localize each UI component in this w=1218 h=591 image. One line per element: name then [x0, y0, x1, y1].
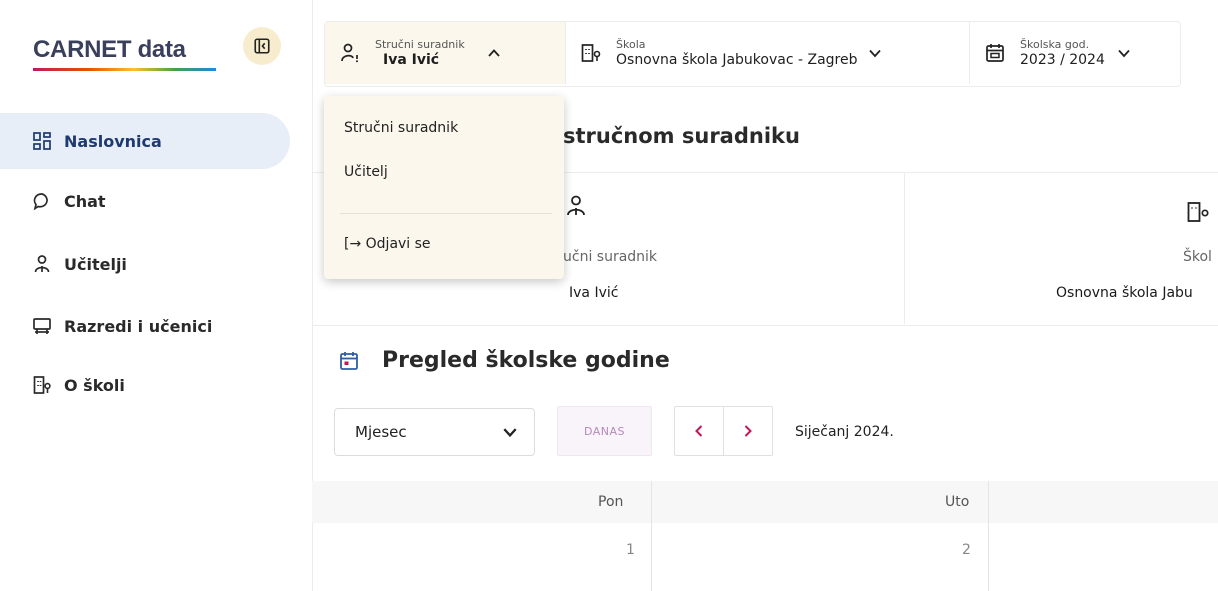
- sidebar-item-label: Razredi i učenici: [64, 316, 213, 336]
- school-icon: [32, 375, 52, 395]
- weekday-header-mon: Pon: [598, 494, 624, 510]
- today-button[interactable]: DANAS: [557, 406, 652, 456]
- view-select-value: Mjesec: [355, 423, 407, 441]
- previous-month-button[interactable]: [674, 406, 724, 456]
- calendar-icon: [338, 350, 360, 372]
- year-overview-title: Pregled školske godine: [338, 348, 670, 373]
- calendar-icon: [984, 42, 1006, 64]
- logout-menu-item[interactable]: [→ Odjavi se: [344, 236, 431, 252]
- school-label: Škola: [616, 37, 646, 51]
- sidebar-item-razredi[interactable]: Razredi i učenici: [16, 298, 290, 354]
- chat-icon: [32, 191, 52, 211]
- menu-item-strucni-suradnik[interactable]: Stručni suradnik: [344, 120, 458, 136]
- collapse-sidebar-button[interactable]: [243, 27, 281, 65]
- chevron-up-icon: [487, 46, 501, 60]
- dashboard-icon: [32, 131, 52, 151]
- logo-underline: [33, 68, 216, 71]
- sidebar-item-label: Chat: [64, 191, 106, 211]
- teacher-icon: [564, 194, 588, 222]
- school-year-selector[interactable]: Školska god. 2023 / 2024: [970, 22, 1180, 84]
- role-dropdown-menu: Stručni suradnik Učitelj [→ Odjavi se: [324, 96, 564, 279]
- menu-divider: [340, 213, 552, 214]
- next-month-button[interactable]: [723, 406, 773, 456]
- view-select[interactable]: Mjesec: [334, 408, 535, 456]
- chevron-down-icon: [868, 46, 882, 60]
- school-icon: [580, 42, 602, 64]
- info-card-divider: [904, 172, 905, 324]
- teacher-icon: [32, 254, 52, 274]
- year-value: 2023 / 2024: [1020, 51, 1105, 68]
- calendar-column-divider: [988, 481, 989, 591]
- chevron-left-icon: [695, 425, 703, 437]
- sidebar: CARNET data Naslovnica Chat Učitelji Raz…: [0, 0, 313, 591]
- sidebar-item-label: Učitelji: [64, 254, 127, 274]
- school-field-value: Osnovna škola Jabu: [1056, 285, 1193, 301]
- sidebar-item-label: O školi: [64, 375, 125, 395]
- role-selector[interactable]: Stručni suradnik Iva Ivić: [325, 22, 566, 84]
- role-label: Stručni suradnik: [375, 37, 465, 51]
- sidebar-item-naslovnica[interactable]: Naslovnica: [0, 113, 290, 169]
- role-value: Iva Ivić: [383, 51, 440, 68]
- school-field-label: Škol: [1183, 249, 1212, 265]
- collapse-icon: [254, 38, 270, 54]
- menu-item-ucitelj[interactable]: Učitelj: [344, 164, 388, 180]
- calendar-column-divider: [651, 481, 652, 591]
- app-logo[interactable]: CARNET data: [33, 36, 186, 64]
- user-role-icon: [339, 42, 361, 64]
- school-value: Osnovna škola Jabukovac - Zagreb: [616, 51, 858, 68]
- sidebar-item-chat[interactable]: Chat: [16, 173, 290, 229]
- current-month-label: Siječanj 2024.: [795, 424, 894, 440]
- role-field-label: učni suradnik: [563, 249, 658, 265]
- role-field-value: Iva Ivić: [569, 285, 619, 301]
- info-card-title: stručnom suradniku: [563, 124, 800, 148]
- chevron-down-icon: [503, 428, 517, 438]
- chevron-right-icon: [744, 425, 752, 437]
- sidebar-item-label: Naslovnica: [64, 131, 162, 151]
- chevron-down-icon: [1117, 46, 1131, 60]
- school-icon: [1186, 200, 1210, 228]
- sidebar-item-ucitelji[interactable]: Učitelji: [16, 236, 290, 292]
- year-overview-title-text: Pregled školske godine: [382, 348, 670, 373]
- calendar-day-cell[interactable]: 2: [962, 542, 971, 558]
- sidebar-item-o-skoli[interactable]: O školi: [16, 357, 290, 413]
- context-bar: Stručni suradnik Iva Ivić Škola Osnovna …: [324, 21, 1181, 87]
- calendar-day-cell[interactable]: 1: [626, 542, 635, 558]
- school-selector[interactable]: Škola Osnovna škola Jabukovac - Zagreb: [566, 22, 970, 84]
- year-label: Školska god.: [1020, 37, 1090, 51]
- classroom-icon: [32, 316, 52, 336]
- weekday-header-tue: Uto: [945, 494, 970, 510]
- calendar-header-row: [312, 481, 1218, 523]
